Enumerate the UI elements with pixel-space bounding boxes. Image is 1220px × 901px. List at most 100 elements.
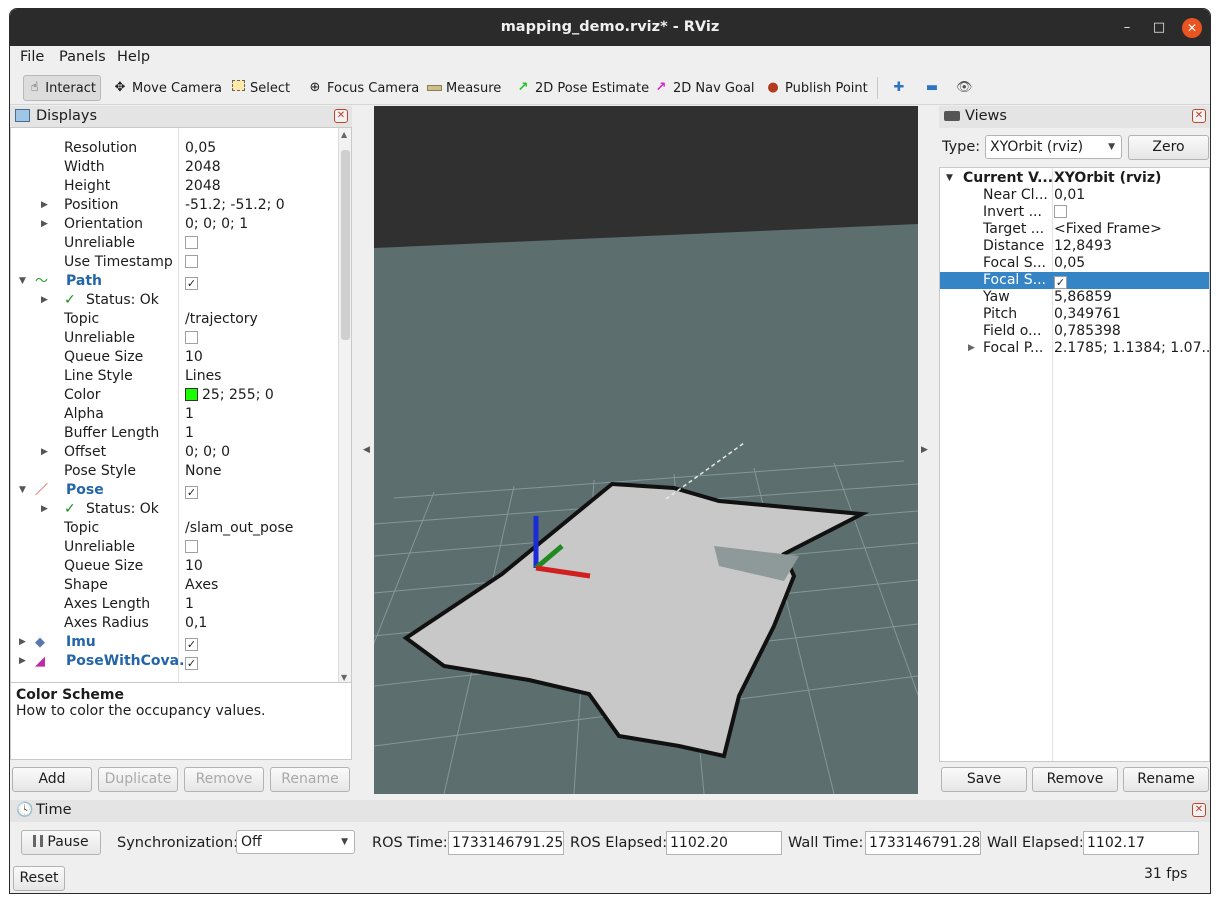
rename-display-button[interactable]: Rename [270,767,350,792]
focus-camera-tool[interactable]: ⊕ Focus Camera [303,75,423,101]
display-row[interactable]: Pose Style None [11,462,335,481]
interact-tool[interactable]: ☝ Interact [23,75,101,101]
display-row[interactable]: Use Timestamp [11,253,335,272]
displays-tree[interactable]: Resolution 0,05 Width 2048 Height 2048 ▶ Positi… [10,127,352,685]
sync-select[interactable]: Off ▼ [236,830,355,854]
display-row[interactable]: ▶ PoseWithCova... ◢ ✓ [11,652,335,671]
reset-button[interactable]: Reset [13,866,65,891]
wall-time-field[interactable]: 1733146791.28 [865,831,981,855]
view-property-row[interactable]: Yaw 5,86859 [940,289,1209,306]
minimize-button[interactable]: – [1117,18,1137,38]
expand-down-icon[interactable]: ▼ [19,481,29,500]
display-row[interactable]: Buffer Length 1 [11,424,335,443]
display-row[interactable]: Axes Length 1 [11,595,335,614]
maximize-button[interactable]: □ [1149,18,1169,38]
checkbox[interactable] [185,255,198,268]
checkbox-cell[interactable] [185,234,198,253]
expand-right-icon[interactable]: ▶ [968,340,975,357]
select-tool[interactable]: Select [226,75,294,101]
checkbox[interactable] [1054,205,1067,218]
display-row[interactable]: ▶ Position -51.2; -51.2; 0 [11,196,335,215]
view-property-row[interactable]: ▶ Focal P... 2.1785; 1.1384; 1.07... [940,340,1209,357]
nav-goal-tool[interactable]: ↗ 2D Nav Goal [649,75,759,101]
zero-button[interactable]: Zero [1128,135,1209,160]
display-row[interactable]: Height 2048 [11,177,335,196]
checkbox-cell[interactable] [185,538,198,557]
menu-file[interactable]: File [20,49,44,65]
display-row[interactable]: ▼ Path 〜 ✓ [11,272,335,291]
display-row[interactable]: Topic/slam_out_pose [11,519,335,538]
checkbox[interactable]: ✓ [185,638,198,651]
display-row[interactable]: ▶ Status: Ok ✓ [11,291,335,310]
view-property-row[interactable]: ▼ Current V... XYOrbit (rviz) [940,170,1209,187]
duplicate-display-button[interactable]: Duplicate [98,767,178,792]
display-row[interactable]: Resolution 0,05 [11,139,335,158]
render-viewport[interactable] [374,106,918,794]
display-row[interactable]: ▶ Offset 0; 0; 0 [11,443,335,462]
view-property-row[interactable]: Near Cl... 0,01 [940,187,1209,204]
view-property-row[interactable]: Invert ... [940,204,1209,221]
publish-point-tool[interactable]: ● Publish Point [761,75,872,101]
expand-right-icon[interactable]: ▶ [19,652,29,671]
display-row[interactable]: Unreliable [11,329,335,348]
expand-right-icon[interactable]: ▶ [41,215,51,234]
checkbox[interactable]: ✓ [185,486,198,499]
checkbox-cell[interactable]: ✓ [185,481,198,500]
view-property-row[interactable]: Field o... 0,785398 [940,323,1209,340]
display-row[interactable]: Width 2048 [11,158,335,177]
view-type-select[interactable]: XYOrbit (rviz) ▼ [985,135,1122,159]
measure-tool[interactable]: Measure [422,75,505,101]
toggle-view-button[interactable]: 👁 [952,75,976,101]
expand-right-icon[interactable]: ▶ [41,443,51,462]
view-property-row[interactable]: Focal S... 0,05 [940,255,1209,272]
checkbox-cell[interactable]: ✓ [185,633,198,652]
menu-help[interactable]: Help [117,49,150,65]
menu-panels[interactable]: Panels [59,49,106,65]
view-property-row[interactable]: Pitch 0,349761 [940,306,1209,323]
ros-time-field[interactable]: 1733146791.25 [448,831,564,855]
checkbox[interactable]: ✓ [1054,276,1067,289]
expand-right-icon[interactable]: ▶ [41,291,51,310]
checkbox-cell[interactable] [1054,204,1067,221]
checkbox[interactable]: ✓ [185,277,198,290]
display-row[interactable]: Queue Size 10 [11,348,335,367]
checkbox-cell[interactable]: ✓ [185,652,198,671]
expand-right-icon[interactable]: ▶ [41,196,51,215]
expand-down-icon[interactable]: ▼ [19,272,29,291]
checkbox[interactable] [185,331,198,344]
add-display-button[interactable]: Add [12,767,92,792]
pose-estimate-tool[interactable]: ↗ 2D Pose Estimate [511,75,653,101]
checkbox-cell[interactable] [185,329,198,348]
display-row[interactable]: Shape Axes [11,576,335,595]
close-displays-button[interactable]: ✕ [334,109,348,123]
checkbox[interactable] [185,540,198,553]
save-view-button[interactable]: Save [941,767,1027,792]
move-camera-tool[interactable]: ✥ Move Camera [108,75,226,101]
color-swatch[interactable] [185,388,198,401]
close-views-button[interactable]: ✕ [1192,109,1206,123]
remove-display-button[interactable]: Remove [184,767,264,792]
displays-scrollbar[interactable]: ▲ ▼ [338,128,351,684]
expand-right-icon[interactable]: ▶ [41,500,51,519]
remove-tool-button[interactable]: ▬ [920,75,944,101]
display-row[interactable]: Topic/trajectory [11,310,335,329]
display-row[interactable]: Unreliable [11,234,335,253]
display-row[interactable]: ▶ Imu ◆ ✓ [11,633,335,652]
ros-elapsed-field[interactable]: 1102.20 [666,831,782,855]
expand-right-icon[interactable]: ▶ [19,633,29,652]
left-collapse-handle[interactable]: ◀ [363,445,370,455]
checkbox-cell[interactable] [185,253,198,272]
view-property-row[interactable]: Distance 12,8493 [940,238,1209,255]
display-row[interactable]: Axes Radius 0,1 [11,614,335,633]
close-button[interactable]: ✕ [1182,18,1202,38]
checkbox-cell[interactable]: ✓ [185,272,198,291]
display-row[interactable]: Unreliable [11,538,335,557]
close-time-button[interactable]: ✕ [1192,803,1206,817]
checkbox[interactable] [185,236,198,249]
wall-elapsed-field[interactable]: 1102.17 [1083,831,1199,855]
scroll-thumb[interactable] [341,150,350,340]
views-tree[interactable]: ▼ Current V... XYOrbit (rviz) Near Cl... 0,0… [939,167,1210,762]
expand-down-icon[interactable]: ▼ [946,170,953,187]
checkbox-cell[interactable]: ✓ [1054,272,1067,289]
display-row[interactable]: Line Style Lines [11,367,335,386]
